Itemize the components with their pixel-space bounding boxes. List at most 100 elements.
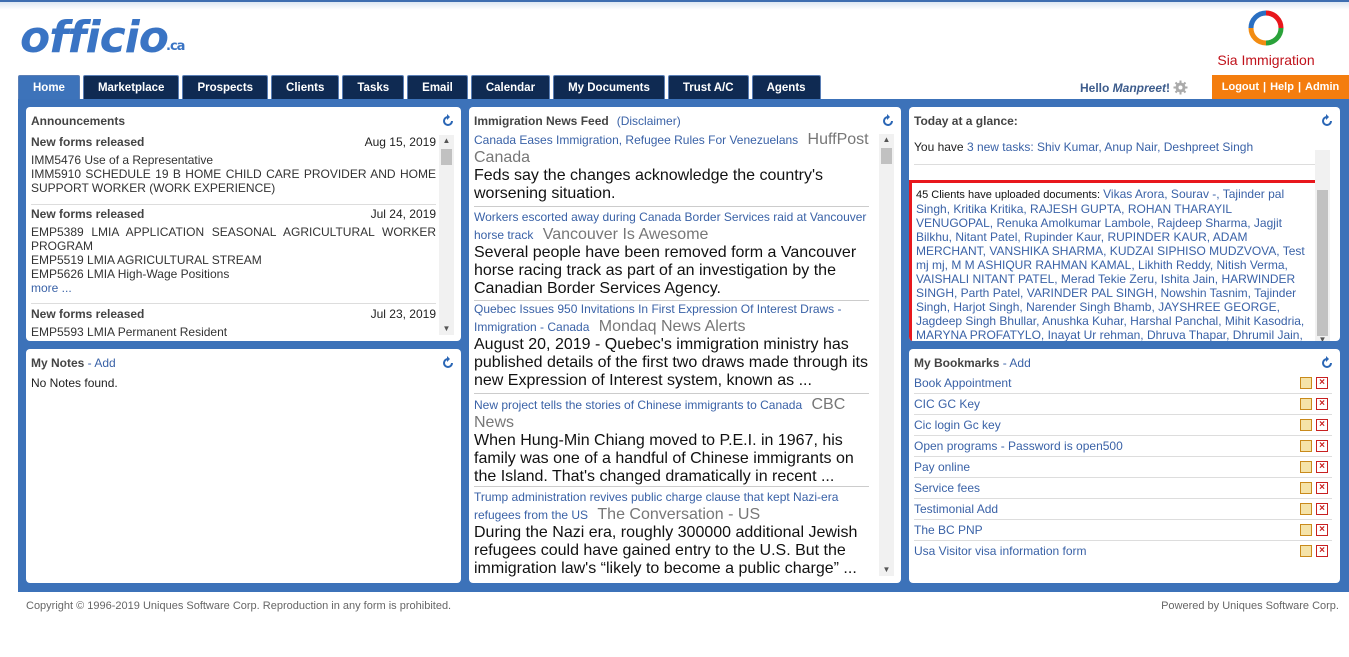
news-title: Immigration News Feed (Disclaimer) <box>474 114 681 128</box>
edit-icon[interactable] <box>1300 398 1312 410</box>
news-item-source: Mondaq News Alerts <box>598 318 746 335</box>
news-item-title[interactable]: New project tells the stories of Chinese… <box>474 398 802 412</box>
uploaded-client-links[interactable]: Vikas Arora, Sourav -, Tajinder pal Sing… <box>916 187 1306 341</box>
copyright-text: Copyright © 1996-2019 Uniques Software C… <box>26 600 452 612</box>
announcement-line: EMP5626 LMIA High-Wage Positions <box>31 267 230 281</box>
bookmark-link[interactable]: Open programs - Password is open500 <box>914 439 1123 453</box>
edit-icon[interactable] <box>1300 503 1312 515</box>
edit-icon[interactable] <box>1300 524 1312 536</box>
bookmark-link[interactable]: Cic login Gc key <box>914 418 1001 432</box>
delete-icon[interactable]: × <box>1316 419 1328 431</box>
announcement-item: New forms released Aug 15, 2019 IMM5476 U… <box>31 135 436 205</box>
tab-prospects[interactable]: Prospects <box>182 75 269 99</box>
edit-icon[interactable] <box>1300 545 1312 557</box>
news-item: Quebec Issues 950 Invitations In First E… <box>474 301 869 394</box>
edit-icon[interactable] <box>1300 440 1312 452</box>
announcement-date: Jul 24, 2019 <box>370 207 436 221</box>
main-nav: Home Marketplace Prospects Clients Tasks… <box>18 75 821 99</box>
delete-icon[interactable]: × <box>1316 377 1328 389</box>
admin-link[interactable]: Admin <box>1305 81 1339 93</box>
scroll-up-icon: ▲ <box>442 136 451 145</box>
delete-icon[interactable]: × <box>1316 503 1328 515</box>
bookmark-link[interactable]: Book Appointment <box>914 376 1011 390</box>
announcement-item: New forms released Jul 23, 2019 EMP5593 L… <box>31 307 436 341</box>
news-item-title[interactable]: Canada Eases Immigration, Refugee Rules … <box>474 133 798 147</box>
tab-calendar[interactable]: Calendar <box>470 75 551 99</box>
officio-logo[interactable]: officio.ca <box>20 12 186 63</box>
announcement-line: EMP5389 LMIA APPLICATION SEASONAL AGRICU… <box>31 225 436 253</box>
delete-icon[interactable]: × <box>1316 482 1328 494</box>
news-item-source: Vancouver Is Awesome <box>542 226 709 243</box>
bookmark-row: Cic login Gc key × <box>914 415 1332 436</box>
company-name: Sia Immigration <box>1217 52 1315 68</box>
news-item: Workers escorted away during Canada Bord… <box>474 209 869 301</box>
new-tasks-link[interactable]: 3 new tasks: <box>967 140 1034 154</box>
bookmark-link[interactable]: Pay online <box>914 460 970 474</box>
bookmark-row: Book Appointment × <box>914 373 1332 394</box>
delete-icon[interactable]: × <box>1316 461 1328 473</box>
task-names[interactable]: Shiv Kumar, Anup Nair, Deshpreet Singh <box>1037 140 1253 154</box>
add-note-link[interactable]: Add <box>94 356 115 370</box>
news-item-body: Feds say the changes acknowledge the cou… <box>474 167 824 202</box>
bookmark-link[interactable]: The BC PNP <box>914 523 983 537</box>
uploaded-documents-list: 45 Clients have uploaded documents: Vika… <box>916 187 1312 341</box>
tab-email[interactable]: Email <box>407 75 468 99</box>
tab-home[interactable]: Home <box>18 75 80 99</box>
delete-icon[interactable]: × <box>1316 440 1328 452</box>
delete-icon[interactable]: × <box>1316 524 1328 536</box>
news-scrollbar[interactable]: ▲ ▼ <box>879 134 894 576</box>
edit-icon[interactable] <box>1300 419 1312 431</box>
gear-icon[interactable] <box>1173 80 1188 95</box>
bookmark-link[interactable]: CIC GC Key <box>914 397 980 411</box>
notes-title: My Notes - Add <box>31 356 116 370</box>
bookmark-row: CIC GC Key × <box>914 394 1332 415</box>
company-logo-icon <box>1248 10 1284 46</box>
news-item-body: August 20, 2019 - Quebec's immigration m… <box>474 336 868 389</box>
bookmark-row: Service fees × <box>914 478 1332 499</box>
tab-agents[interactable]: Agents <box>751 75 821 99</box>
news-item: New project tells the stories of Chinese… <box>474 396 869 487</box>
tab-clients[interactable]: Clients <box>271 75 340 99</box>
dashboard: Announcements New forms released Aug 15, … <box>18 99 1349 592</box>
account-links: Logout | Help | Admin <box>1212 75 1349 99</box>
tab-trust-ac[interactable]: Trust A/C <box>667 75 749 99</box>
refresh-icon[interactable] <box>881 114 895 128</box>
edit-icon[interactable] <box>1300 482 1312 494</box>
bookmark-link[interactable]: Usa Visitor visa information form <box>914 544 1087 558</box>
delete-icon[interactable]: × <box>1316 398 1328 410</box>
bookmarks-panel: My Bookmarks - Add Book Appointment × CIC… <box>909 349 1340 583</box>
refresh-icon[interactable] <box>1320 356 1334 370</box>
notes-empty-text: No Notes found. <box>31 376 118 390</box>
disclaimer-link[interactable]: (Disclaimer) <box>617 114 681 128</box>
refresh-icon[interactable] <box>441 356 455 370</box>
edit-icon[interactable] <box>1300 461 1312 473</box>
refresh-icon[interactable] <box>1320 114 1334 128</box>
glance-title: Today at a glance: <box>914 114 1018 128</box>
more-link[interactable]: more ... <box>31 281 72 295</box>
tab-my-documents[interactable]: My Documents <box>553 75 665 99</box>
bookmark-link[interactable]: Service fees <box>914 481 980 495</box>
scroll-down-icon: ▼ <box>882 565 891 574</box>
scroll-down-icon: ▼ <box>1318 335 1327 341</box>
news-item-body: Several people have been removed form a … <box>474 244 857 297</box>
logout-link[interactable]: Logout <box>1222 81 1259 93</box>
edit-icon[interactable] <box>1300 377 1312 389</box>
refresh-icon[interactable] <box>441 114 455 128</box>
tab-marketplace[interactable]: Marketplace <box>82 75 180 99</box>
glance-scrollbar[interactable]: ▼ <box>1315 150 1330 341</box>
add-bookmark-link[interactable]: Add <box>1009 356 1030 370</box>
news-item: Trump administration revives public char… <box>474 489 869 579</box>
delete-icon[interactable]: × <box>1316 545 1328 557</box>
bookmarks-title: My Bookmarks - Add <box>914 356 1031 370</box>
announcements-scrollbar[interactable]: ▲ ▼ <box>439 135 454 335</box>
announcement-heading: New forms released <box>31 207 145 221</box>
glance-panel: Today at a glance: You have 3 new tasks:… <box>909 107 1340 341</box>
bookmark-link[interactable]: Testimonial Add <box>914 502 998 516</box>
help-link[interactable]: Help <box>1270 81 1294 93</box>
announcement-line: IMM5910 SCHEDULE 19 B HOME CHILD CARE PR… <box>31 167 436 195</box>
announcement-date: Aug 15, 2019 <box>364 135 436 149</box>
tab-tasks[interactable]: Tasks <box>342 75 405 99</box>
announcement-line: EMP5593 LMIA Permanent Resident <box>31 325 228 339</box>
announcement-line: IMM5476 Use of a Representative <box>31 153 214 167</box>
company-brand: Sia Immigration <box>1211 10 1321 68</box>
